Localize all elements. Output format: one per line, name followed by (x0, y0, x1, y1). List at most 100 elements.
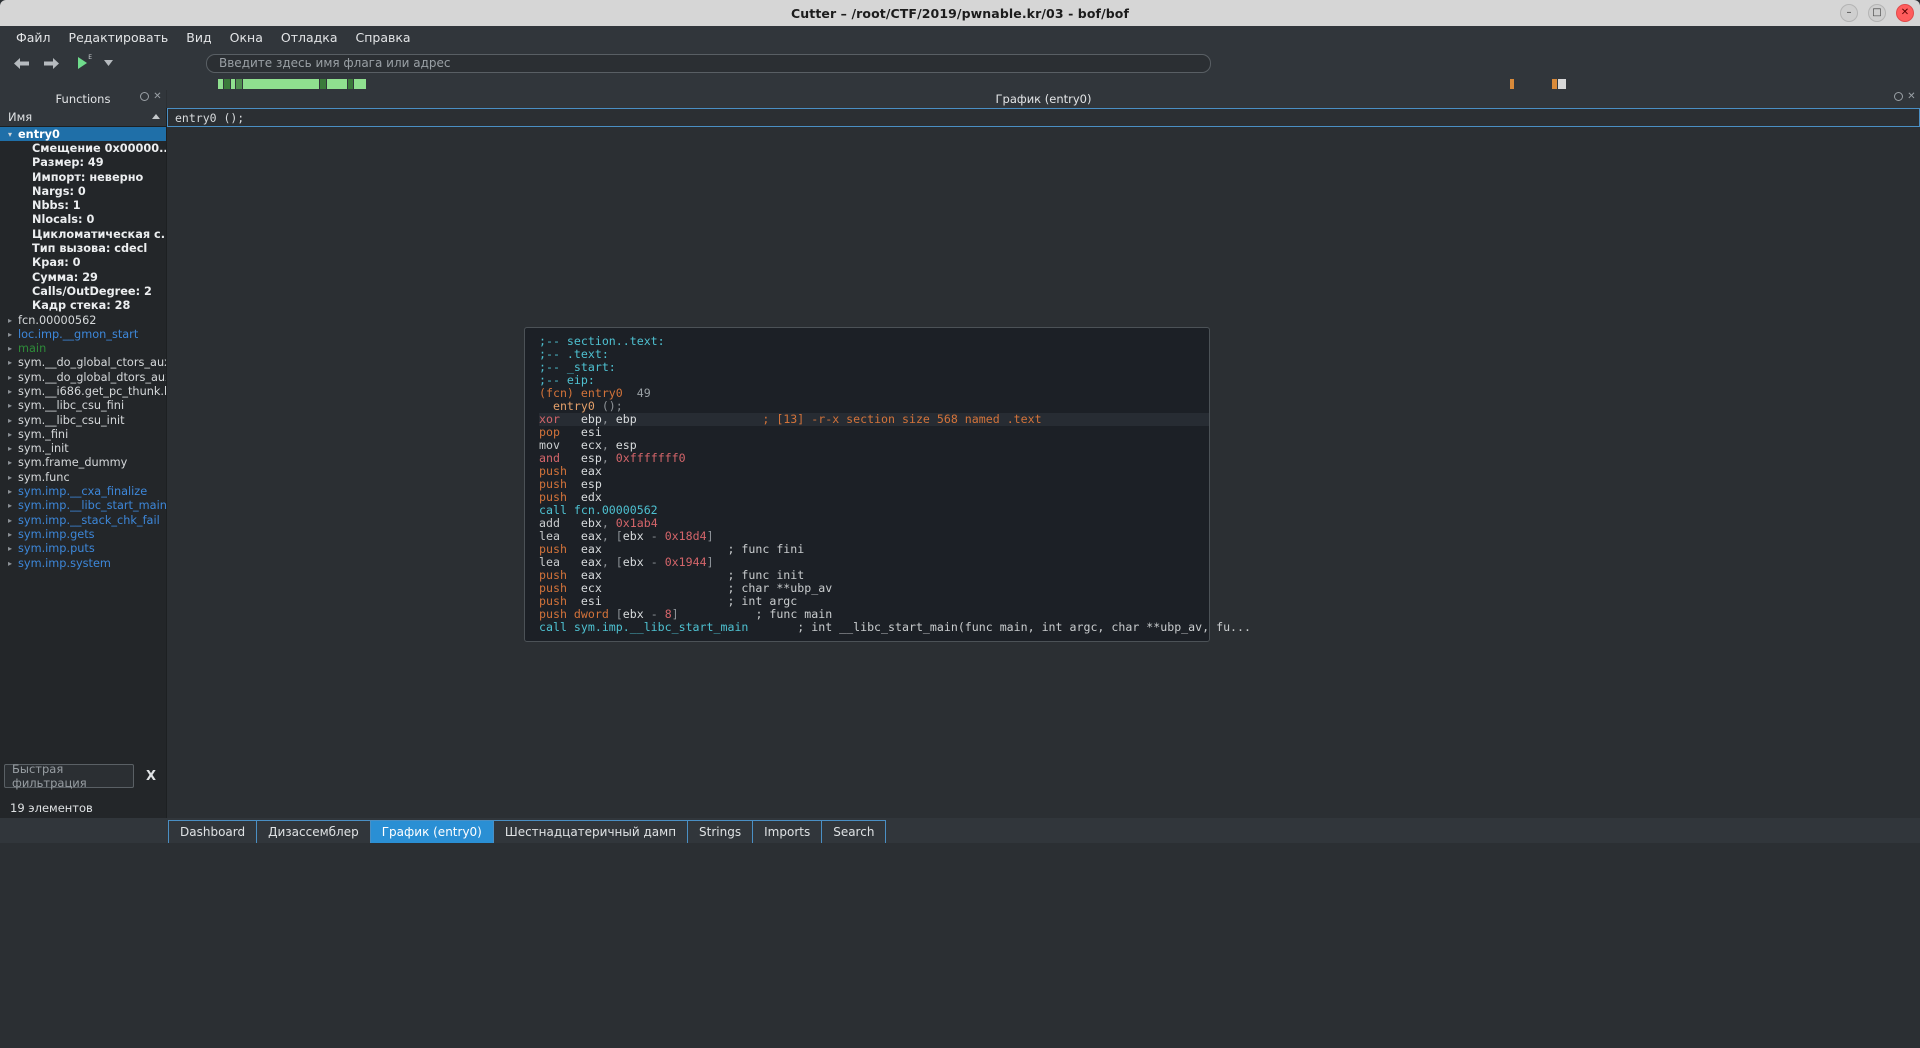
function-name: sym.__do_global_ctors_aux (18, 356, 166, 369)
section-map-segment (236, 79, 242, 89)
code-line-and: and esp, 0xfffffff0 (539, 452, 1209, 465)
function-row[interactable]: ▸sym.imp.__libc_start_main (0, 499, 166, 513)
bottom-tab-bar: Dashboard Дизассемблер График (entry0) Ш… (0, 818, 1920, 843)
chevron-right-icon[interactable]: ▸ (2, 373, 18, 382)
section-map-segment (1558, 79, 1566, 89)
function-detail-import: Импорт: неверно (0, 170, 166, 184)
tab-graph[interactable]: График (entry0) (370, 820, 494, 843)
tab-dashboard[interactable]: Dashboard (168, 820, 257, 843)
close-button[interactable]: ✕ (1896, 4, 1914, 22)
run-icon[interactable]: E (68, 51, 96, 75)
graph-pane: entry0 (); ;-- section..text:;-- .text:;… (167, 108, 1920, 818)
chevron-down-icon[interactable] (100, 51, 116, 75)
minimize-button[interactable]: – (1840, 4, 1858, 22)
function-row[interactable]: ▸sym.__do_global_ctors_aux (0, 356, 166, 370)
tab-strings[interactable]: Strings (687, 820, 753, 843)
tab-search[interactable]: Search (821, 820, 886, 843)
tab-disassembler[interactable]: Дизассемблер (256, 820, 371, 843)
function-row[interactable]: ▸sym.imp.__stack_chk_fail (0, 513, 166, 527)
function-row[interactable]: ▸sym.__do_global_dtors_aux (0, 370, 166, 384)
section-map-segment (243, 79, 319, 89)
function-detail-nargs: Nargs: 0 (0, 184, 166, 198)
chevron-right-icon[interactable]: ▸ (2, 487, 18, 496)
graph-panel-buttons: ✕ (1894, 92, 1916, 101)
function-row[interactable]: ▸fcn.00000562 (0, 313, 166, 327)
graph-breadcrumb[interactable]: entry0 (); (167, 108, 1920, 127)
chevron-right-icon[interactable]: ▸ (2, 544, 18, 553)
section-color-map[interactable] (0, 78, 1920, 90)
menu-help[interactable]: Справка (348, 27, 419, 48)
function-name: main (18, 342, 46, 355)
section-map-segment (231, 79, 235, 89)
menu-file[interactable]: Файл (8, 27, 59, 48)
chevron-right-icon[interactable]: ▸ (2, 473, 18, 482)
tab-imports[interactable]: Imports (752, 820, 822, 843)
graph-canvas[interactable]: ;-- section..text:;-- .text:;-- _start:;… (167, 127, 1920, 818)
chevron-right-icon[interactable]: ▸ (2, 559, 18, 568)
function-row[interactable]: ▸sym.__libc_csu_init (0, 413, 166, 427)
function-name: sym.imp.system (18, 557, 111, 570)
section-map-segment (348, 79, 353, 89)
menu-edit[interactable]: Редактировать (61, 27, 177, 48)
chevron-right-icon[interactable]: ▸ (2, 401, 18, 410)
maximize-button[interactable]: □ (1868, 4, 1886, 22)
chevron-right-icon[interactable]: ▸ (2, 516, 18, 525)
function-row[interactable]: ▸sym.func (0, 470, 166, 484)
function-row[interactable]: ▸loc.imp.__gmon_start (0, 327, 166, 341)
menu-debug[interactable]: Отладка (273, 27, 346, 48)
section-map-segment (327, 79, 347, 89)
function-row[interactable]: ▸sym.imp.gets (0, 527, 166, 541)
function-row[interactable]: ▸sym.imp.system (0, 556, 166, 570)
graph-close-icon[interactable]: ✕ (1907, 92, 1916, 101)
function-row[interactable]: ▸sym.imp.puts (0, 542, 166, 556)
function-name: sym.frame_dummy (18, 456, 127, 469)
quick-filter-input[interactable]: Быстрая фильтрация (4, 764, 134, 788)
chevron-right-icon[interactable]: ▸ (2, 458, 18, 467)
filter-close-icon[interactable]: X (140, 769, 162, 784)
chevron-right-icon[interactable]: ▸ (2, 316, 18, 325)
functions-close-icon[interactable]: ✕ (153, 92, 162, 101)
function-row[interactable]: ▸sym.frame_dummy (0, 456, 166, 470)
function-row[interactable]: ▸main (0, 341, 166, 355)
chevron-right-icon[interactable]: ▸ (2, 430, 18, 439)
function-row[interactable]: ▸sym._init (0, 442, 166, 456)
chevron-right-icon[interactable]: ▸ (2, 330, 18, 339)
function-name: sym._init (18, 442, 69, 455)
function-name: sym._fini (18, 428, 68, 441)
functions-panel-header: Functions ✕ (0, 90, 167, 108)
function-row[interactable]: ▸sym.__libc_csu_fini (0, 399, 166, 413)
chevron-down-icon[interactable]: ▾ (2, 130, 18, 139)
function-row[interactable]: ▸sym.__i686.get_pc_thunk.bx (0, 384, 166, 398)
chevron-right-icon[interactable]: ▸ (2, 444, 18, 453)
graph-float-icon[interactable] (1894, 92, 1903, 101)
function-name: sym.imp.puts (18, 542, 95, 555)
back-arrow-icon[interactable] (8, 51, 34, 75)
function-row[interactable]: ▸sym._fini (0, 427, 166, 441)
panel-header-row: Functions ✕ График (entry0) ✕ (0, 90, 1920, 108)
function-name: sym.imp.__libc_start_main (18, 499, 166, 512)
function-detail-stackframe: Кадр стека: 28 (0, 299, 166, 313)
menu-windows[interactable]: Окна (222, 27, 271, 48)
chevron-right-icon[interactable]: ▸ (2, 501, 18, 510)
tab-hexdump[interactable]: Шестнадцатеричный дамп (493, 820, 688, 843)
function-name: sym.__i686.get_pc_thunk.bx (18, 385, 166, 398)
code-line-call-libc: call sym.imp.__libc_start_main ; int __l… (539, 621, 1209, 634)
chevron-right-icon[interactable]: ▸ (2, 344, 18, 353)
chevron-right-icon[interactable]: ▸ (2, 387, 18, 396)
address-search-input[interactable]: Введите здесь имя флага или адрес (206, 54, 1211, 73)
sort-ascending-icon[interactable] (152, 114, 160, 119)
functions-panel-buttons: ✕ (140, 92, 162, 101)
menu-view[interactable]: Вид (178, 27, 219, 48)
function-row[interactable]: ▸sym.imp.__cxa_finalize (0, 484, 166, 498)
functions-list[interactable]: ▾ entry0 Смещение 0x00000... Размер: 49 … (0, 127, 166, 754)
chevron-right-icon[interactable]: ▸ (2, 530, 18, 539)
forward-arrow-icon[interactable] (38, 51, 64, 75)
functions-column-header[interactable]: Имя (0, 108, 166, 127)
function-row-entry0[interactable]: ▾ entry0 (0, 127, 166, 141)
graph-node-entry0[interactable]: ;-- section..text:;-- .text:;-- _start:;… (524, 327, 1210, 642)
code-line-push-esp: push esp (539, 478, 1209, 491)
chevron-right-icon[interactable]: ▸ (2, 416, 18, 425)
chevron-right-icon[interactable]: ▸ (2, 358, 18, 367)
functions-float-icon[interactable] (140, 92, 149, 101)
function-detail-cost: Сумма: 29 (0, 270, 166, 284)
